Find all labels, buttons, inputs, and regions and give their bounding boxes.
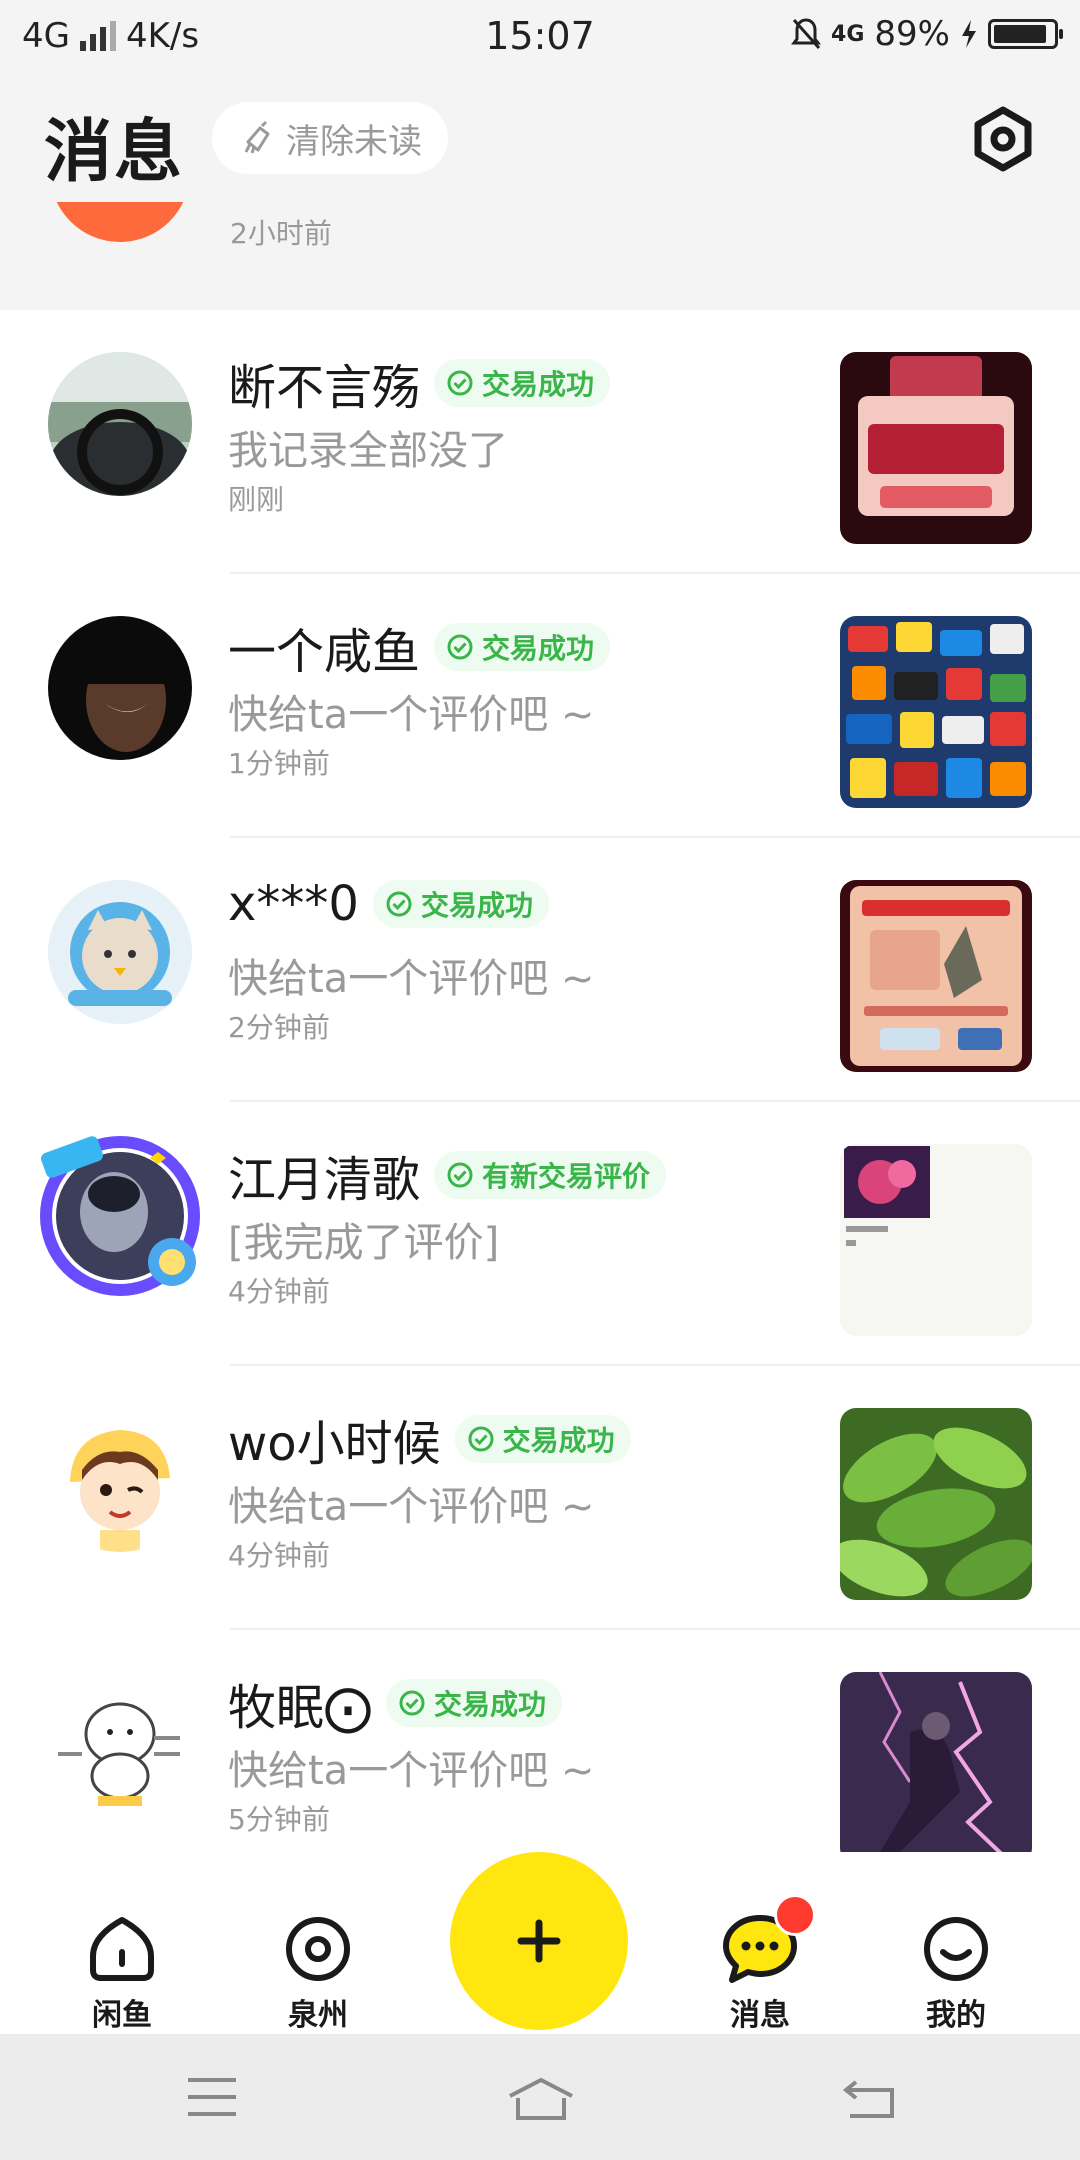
menu-icon[interactable] — [186, 2076, 238, 2118]
contact-name: 断不言殇 — [228, 360, 421, 416]
message-preview: 我记录全部没了 — [228, 428, 508, 474]
status-badge: 交易成功 — [454, 1415, 631, 1463]
page-title: 消息 — [44, 113, 185, 192]
status-badge: 交易成功 — [434, 623, 611, 671]
avatar — [38, 1134, 202, 1298]
badge-label: 有新交易评价 — [482, 1160, 651, 1193]
avatar — [48, 352, 192, 496]
name-line: 一个咸鱼 交易成功 — [228, 612, 611, 682]
message-time: 5分钟前 — [228, 1803, 330, 1836]
name-line: 断不言殇 交易成功 — [228, 348, 611, 418]
battery-percent: 89% — [874, 14, 950, 54]
nav-messages[interactable]: 消息 — [690, 1914, 830, 2034]
nav-mine-label: 我的 — [926, 1998, 986, 2033]
partial-list-item[interactable]: 2小时前 — [0, 202, 1080, 310]
message-time: 4分钟前 — [228, 1275, 330, 1308]
badge-label: 交易成功 — [482, 368, 595, 401]
name-line: 江月清歌 有新交易评价 — [228, 1140, 667, 1210]
name-line: 牧眠⨀ 交易成功 — [228, 1668, 563, 1738]
system-nav-bar — [0, 2034, 1080, 2160]
badge-label: 交易成功 — [434, 1688, 547, 1721]
plus-icon — [517, 1919, 561, 1963]
contact-name: x***0 — [228, 876, 359, 932]
status-badge: 交易成功 — [386, 1679, 563, 1727]
badge-label: 交易成功 — [502, 1424, 615, 1457]
settings-icon[interactable] — [970, 106, 1036, 172]
nav-home-label: 闲鱼 — [92, 1998, 152, 2033]
status-badge: 有新交易评价 — [434, 1151, 667, 1199]
contact-name: 牧眠⨀ — [228, 1680, 373, 1736]
smile-icon — [924, 1917, 988, 1981]
name-line: wo小时候 交易成功 — [228, 1404, 631, 1474]
message-preview: 快给ta一个评价吧 ~ — [228, 1484, 595, 1530]
message-time: 4分钟前 — [228, 1539, 330, 1572]
nav-location[interactable]: 泉州 — [248, 1914, 388, 2034]
bottom-nav: 闲鱼 泉州 消息 我的 — [0, 1852, 1080, 2034]
nav-home[interactable]: 闲鱼 — [52, 1914, 192, 2034]
contact-name: wo小时候 — [228, 1416, 441, 1472]
lte-label: 4G — [831, 21, 865, 47]
contact-name: 一个咸鱼 — [228, 624, 421, 680]
message-list: 断不言殇 交易成功 我记录全部没了 刚刚 一个咸鱼 交易成功 快给ta一个评价吧… — [0, 310, 1080, 1894]
system-home-icon[interactable] — [506, 2076, 576, 2122]
check-circle-icon — [386, 891, 412, 917]
charging-icon — [962, 20, 976, 48]
badge-label: 交易成功 — [420, 889, 533, 922]
location-icon — [286, 1917, 350, 1981]
publish-button[interactable] — [450, 1852, 628, 2030]
avatar — [50, 202, 190, 242]
item-thumbnail[interactable] — [840, 1408, 1032, 1600]
conversation-item[interactable]: 断不言殇 交易成功 我记录全部没了 刚刚 — [0, 310, 1080, 574]
message-preview: 快给ta一个评价吧 ~ — [228, 1748, 595, 1794]
check-circle-icon — [447, 634, 473, 660]
back-icon[interactable] — [842, 2076, 896, 2120]
status-badge: 交易成功 — [434, 359, 611, 407]
status-bar: 4G 4K/s 15:07 4G 89% — [0, 0, 1080, 72]
avatar — [48, 880, 192, 1024]
name-line: x***0 交易成功 — [228, 876, 549, 932]
contact-name: 江月清歌 — [228, 1152, 421, 1208]
message-time: 1分钟前 — [228, 747, 330, 780]
conversation-item[interactable]: wo小时候 交易成功 快给ta一个评价吧 ~ 4分钟前 — [0, 1366, 1080, 1630]
battery-icon — [988, 19, 1063, 49]
unread-dot — [774, 1894, 816, 1936]
item-thumbnail[interactable] — [840, 1672, 1032, 1864]
clear-unread-button[interactable]: 清除未读 — [212, 102, 448, 174]
item-thumbnail[interactable] — [840, 616, 1032, 808]
avatar — [48, 1672, 192, 1816]
badge-label: 交易成功 — [482, 632, 595, 665]
message-time: 2小时前 — [230, 217, 332, 250]
battery-fill — [994, 25, 1046, 43]
status-right: 4G 89% — [791, 14, 1063, 54]
nav-messages-label: 消息 — [730, 1998, 790, 2033]
mute-bell-icon — [791, 18, 822, 49]
nav-mine[interactable]: 我的 — [886, 1914, 1026, 2034]
conversation-item[interactable]: 江月清歌 有新交易评价 [我完成了评价] 4分钟前 — [0, 1102, 1080, 1366]
status-badge: 交易成功 — [372, 880, 549, 928]
check-circle-icon — [399, 1690, 425, 1716]
item-thumbnail[interactable] — [840, 352, 1032, 544]
conversation-item[interactable]: 一个咸鱼 交易成功 快给ta一个评价吧 ~ 1分钟前 — [0, 574, 1080, 838]
nav-location-label: 泉州 — [288, 1998, 348, 2033]
check-circle-icon — [447, 1162, 473, 1188]
item-thumbnail[interactable] — [840, 880, 1032, 1072]
message-preview: 快给ta一个评价吧 ~ — [228, 956, 595, 1002]
avatar — [48, 616, 192, 760]
header: 消息 清除未读 — [0, 72, 1080, 202]
clear-unread-label: 清除未读 — [286, 121, 422, 162]
item-thumbnail[interactable] — [840, 1144, 1032, 1336]
check-circle-icon — [447, 370, 473, 396]
conversation-item[interactable]: x***0 交易成功 快给ta一个评价吧 ~ 2分钟前 — [0, 838, 1080, 1102]
avatar — [48, 1408, 192, 1552]
message-preview: 快给ta一个评价吧 ~ — [228, 692, 595, 738]
message-preview: [我完成了评价] — [228, 1220, 500, 1266]
message-time: 2分钟前 — [228, 1011, 330, 1044]
check-circle-icon — [468, 1426, 494, 1452]
message-time: 刚刚 — [228, 483, 285, 516]
home-icon — [90, 1917, 154, 1981]
broom-icon — [244, 120, 270, 154]
